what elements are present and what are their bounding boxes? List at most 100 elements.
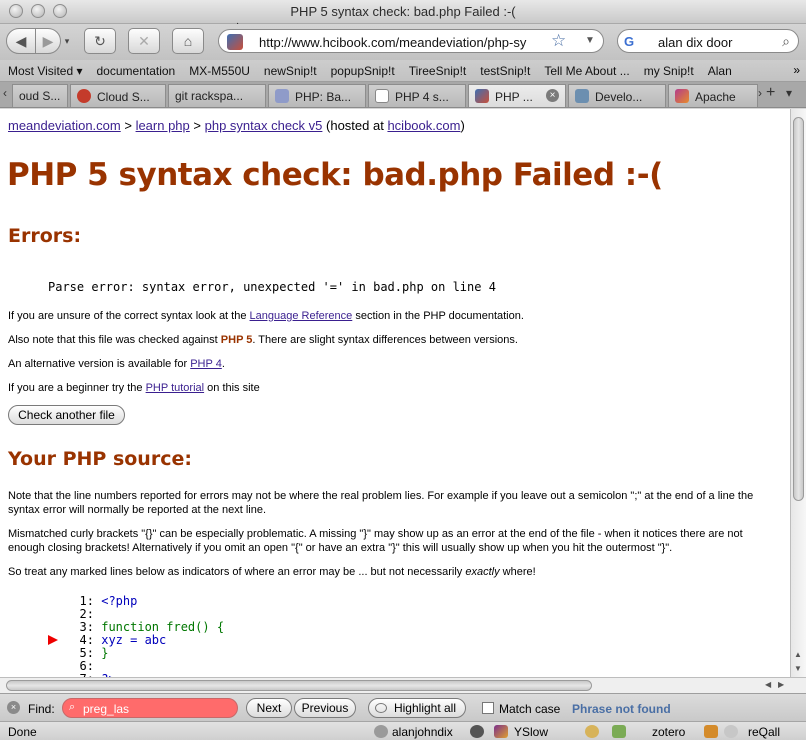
tab-php4-syntax[interactable]: PHP 4 s... xyxy=(368,84,466,107)
forward-button[interactable]: ▶ xyxy=(35,28,61,54)
vertical-scrollbar[interactable]: ▲ ▼ xyxy=(790,109,806,677)
horizontal-scrollbar-thumb[interactable] xyxy=(6,680,592,691)
tab-label: Cloud S... xyxy=(97,90,150,104)
check-another-file-button[interactable]: Check another file xyxy=(8,405,125,425)
reqall-icon[interactable] xyxy=(724,725,738,738)
tab-label: Develo... xyxy=(595,90,643,104)
php4-link[interactable]: PHP 4 xyxy=(190,358,222,370)
find-input-value[interactable]: preg_las xyxy=(83,702,129,716)
reqall-label[interactable]: reQall xyxy=(748,725,780,739)
page-icon xyxy=(375,89,389,103)
reload-button[interactable]: ↻ xyxy=(84,28,116,54)
status-text: Done xyxy=(8,725,37,739)
line-number-note: Note that the line numbers reported for … xyxy=(8,490,754,516)
forward-icon: ▶ xyxy=(42,32,54,49)
note3-text: So treat any marked lines below as indic… xyxy=(8,566,466,578)
note3-text-end: where! xyxy=(499,566,536,578)
google-icon[interactable]: G xyxy=(624,34,634,49)
tab-php5-syntax-active[interactable]: PHP ... × xyxy=(468,84,566,107)
horizontal-scrollbar[interactable]: ◀ ▶ xyxy=(0,677,806,693)
tab-developer[interactable]: Develo... xyxy=(568,84,666,107)
tab-list-icon[interactable]: ▾ xyxy=(786,86,792,100)
bug-icon[interactable] xyxy=(470,725,484,738)
zotero-label[interactable]: zotero xyxy=(652,725,685,739)
php-favicon-icon xyxy=(275,89,289,103)
bookmark-popupsnipit[interactable]: popupSnip!t xyxy=(331,64,395,78)
find-search-icon: ⌕ xyxy=(69,701,76,713)
url-dropdown-icon[interactable]: ▼ xyxy=(585,35,595,46)
bookmark-most-visited[interactable]: Most Visited ▾ xyxy=(8,64,83,78)
search-bar[interactable]: G alan dix door ⌕ xyxy=(617,29,799,53)
scroll-down-icon[interactable]: ▼ xyxy=(794,664,802,673)
stop-button[interactable]: ✕ xyxy=(128,28,160,54)
back-button[interactable]: ◀ xyxy=(6,28,36,54)
match-case-label: Match case xyxy=(499,702,561,716)
tabs-scroll-right-icon[interactable]: › xyxy=(758,86,762,100)
tab-label: git rackspa... xyxy=(175,89,244,103)
bookmark-my-snipit[interactable]: my Snip!t xyxy=(644,64,694,78)
bookmark-documentation[interactable]: documentation xyxy=(97,64,176,78)
find-input[interactable]: ⌕ preg_las xyxy=(62,698,238,718)
url-bar[interactable]: http://www.hcibook.com/meandeviation/php… xyxy=(218,29,604,53)
tabs-scroll-left-icon[interactable]: ‹ xyxy=(3,86,7,100)
p3-text: An alternative version is available for xyxy=(8,358,191,370)
yslow-icon[interactable] xyxy=(494,725,508,738)
developer-favicon-icon xyxy=(575,89,589,103)
breadcrumb-link-syntax-check[interactable]: php syntax check v5 xyxy=(205,118,323,133)
highlight-all-label: Highlight all xyxy=(393,701,457,715)
php-tutorial-link[interactable]: PHP tutorial xyxy=(146,382,205,394)
breadcrumb: meandeviation.com > learn php > php synt… xyxy=(8,118,465,133)
breadcrumb-link-learn-php[interactable]: learn php xyxy=(136,118,190,133)
breadcrumb-link-meandeviation[interactable]: meandeviation.com xyxy=(8,118,121,133)
alternative-version-paragraph: An alternative version is available for … xyxy=(8,357,778,371)
highlight-all-button[interactable]: Highlight all xyxy=(368,698,466,718)
user-status-icon[interactable] xyxy=(374,725,388,738)
bookmark-newsnipit[interactable]: newSnip!t xyxy=(264,64,317,78)
search-input[interactable]: alan dix door xyxy=(658,35,732,50)
tab-git-rackspace[interactable]: git rackspa... xyxy=(168,84,266,107)
bookmark-tireesnipit[interactable]: TireeSnip!t xyxy=(409,64,467,78)
chevron-down-icon: ▾ xyxy=(64,35,70,46)
p2-text-end: . There are slight syntax differences be… xyxy=(252,334,518,346)
scroll-left-icon[interactable]: ◀ xyxy=(765,680,771,689)
tab-label: PHP: Ba... xyxy=(295,90,352,104)
breadcrumb-link-hcibook[interactable]: hcibook.com xyxy=(387,118,460,133)
zotero-icon[interactable] xyxy=(704,725,718,738)
match-case-checkbox[interactable] xyxy=(482,702,494,714)
url-input[interactable]: http://www.hcibook.com/meandeviation/php… xyxy=(259,35,549,50)
status-user[interactable]: alanjohndix xyxy=(392,725,453,739)
tab-bar: ‹ oud S... Cloud S... git rackspa... PHP… xyxy=(0,82,806,108)
addon-icon[interactable] xyxy=(612,725,626,738)
history-dropdown-button[interactable]: ▾ xyxy=(60,34,74,48)
bookmark-mx-m550u[interactable]: MX-M550U xyxy=(189,64,250,78)
tab-apache[interactable]: Apache xyxy=(668,84,758,107)
monkey-icon[interactable] xyxy=(585,725,599,738)
new-tab-button[interactable]: + xyxy=(766,84,775,102)
tab-cloud-1[interactable]: oud S... xyxy=(12,84,68,107)
bookmark-tell-me-about[interactable]: Tell Me About ... xyxy=(544,64,629,78)
syntax-reference-paragraph: If you are unsure of the correct syntax … xyxy=(8,309,778,323)
close-find-bar-icon[interactable]: × xyxy=(7,701,20,714)
tab-cloud-2[interactable]: Cloud S... xyxy=(70,84,166,107)
find-previous-button[interactable]: Previous xyxy=(294,698,356,718)
tab-label: oud S... xyxy=(19,89,61,103)
home-icon: ⌂ xyxy=(183,33,193,49)
scroll-right-icon[interactable]: ▶ xyxy=(778,680,784,689)
yslow-label[interactable]: YSlow xyxy=(514,725,548,739)
vertical-scrollbar-thumb[interactable] xyxy=(793,117,804,501)
tab-close-icon[interactable]: × xyxy=(546,89,559,102)
hcibook-favicon-icon xyxy=(475,89,489,103)
search-icon[interactable]: ⌕ xyxy=(782,33,790,50)
breadcrumb-hosted-text: (hosted at xyxy=(322,118,388,133)
bookmark-alan[interactable]: Alan xyxy=(708,64,732,78)
bookmarks-overflow-icon[interactable]: » xyxy=(793,63,800,77)
source-heading: Your PHP source: xyxy=(8,448,192,470)
home-button[interactable]: ⌂ xyxy=(172,28,204,54)
bookmark-star-icon[interactable]: ☆ xyxy=(551,31,566,51)
find-next-button[interactable]: Next xyxy=(246,698,292,718)
bookmark-testsnipit[interactable]: testSnip!t xyxy=(480,64,530,78)
tab-php-basics[interactable]: PHP: Ba... xyxy=(268,84,366,107)
window-title: PHP 5 syntax check: bad.php Failed :-( xyxy=(290,4,516,19)
scroll-up-icon[interactable]: ▲ xyxy=(794,650,802,659)
language-reference-link[interactable]: Language Reference xyxy=(250,310,353,322)
